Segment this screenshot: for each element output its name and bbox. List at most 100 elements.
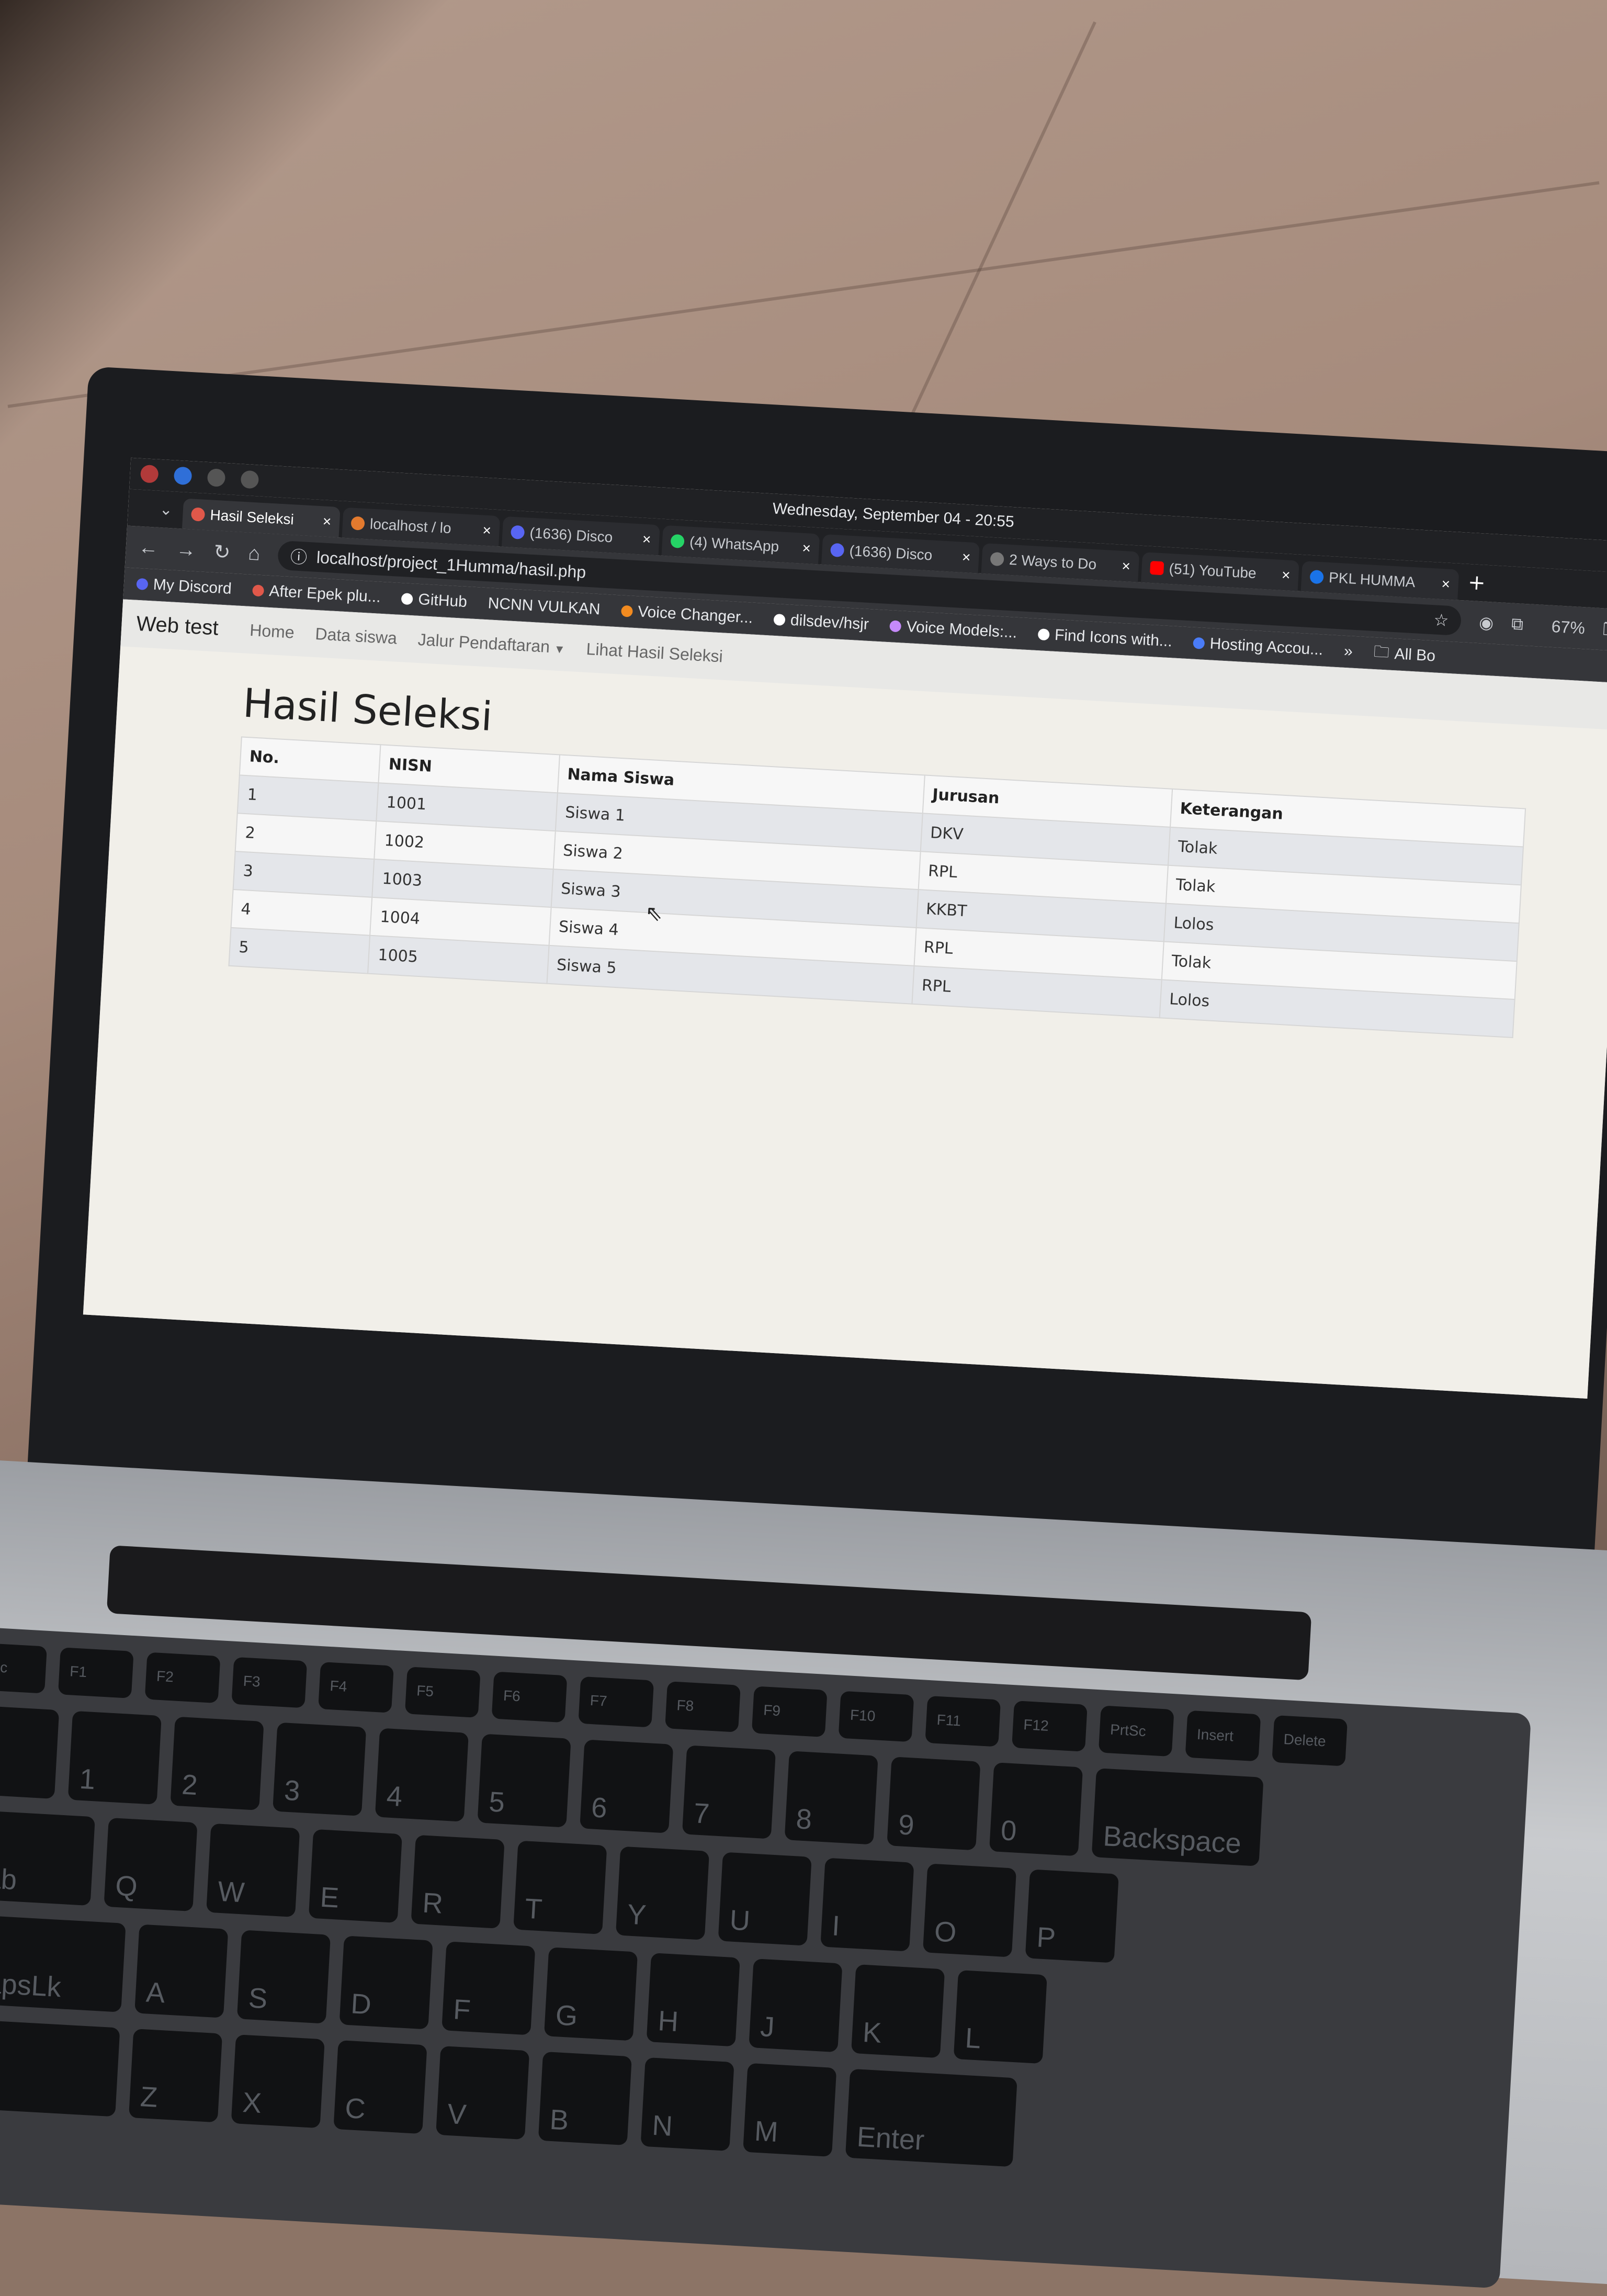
key[interactable]: F2 — [144, 1652, 221, 1704]
key[interactable]: 3 — [273, 1722, 367, 1816]
bookmark-item[interactable]: Voice Changer... — [620, 602, 753, 627]
extension-icon[interactable]: ◉ — [1478, 612, 1494, 633]
nav-link-lihat-hasil-seleksi[interactable]: Lihat Hasil Seleksi — [586, 639, 723, 666]
close-tab-icon[interactable]: × — [1122, 558, 1131, 575]
nav-link-data-siswa[interactable]: Data siswa — [315, 624, 398, 648]
more-bookmarks-chevron-icon[interactable]: » — [1343, 643, 1353, 661]
bookmark-item[interactable]: Voice Models:... — [889, 617, 1017, 642]
vscode-icon[interactable] — [173, 466, 193, 486]
key[interactable]: 2 — [170, 1716, 264, 1810]
url-text: localhost/project_1Humma/hasil.php — [316, 547, 587, 582]
window-restore-icon[interactable]: ❐ — [1602, 619, 1607, 640]
terminal-icon[interactable] — [207, 468, 226, 487]
key[interactable]: 9 — [887, 1757, 981, 1851]
key[interactable]: Delete — [1272, 1715, 1348, 1766]
close-tab-icon[interactable]: × — [322, 513, 332, 530]
navbar-brand[interactable]: Web test — [135, 612, 219, 640]
bookmark-item[interactable]: NCNN VULKAN — [488, 594, 601, 618]
key[interactable]: Backspace — [1091, 1768, 1264, 1866]
bookmark-label: My Discord — [152, 576, 232, 598]
key[interactable]: PrtSc — [1098, 1705, 1174, 1757]
key[interactable]: J — [749, 1959, 843, 2053]
home-icon[interactable]: ⌂ — [247, 542, 261, 565]
key[interactable]: 8 — [784, 1751, 878, 1845]
key[interactable]: B — [538, 2051, 632, 2146]
key[interactable]: CapsLk — [0, 1914, 126, 2012]
key[interactable]: V — [436, 2045, 530, 2140]
key[interactable]: Esc — [0, 1642, 47, 1694]
key[interactable]: S — [236, 1930, 331, 2024]
bookmark-item[interactable]: Find Icons with... — [1037, 625, 1173, 650]
key[interactable]: F12 — [1012, 1701, 1088, 1752]
key[interactable]: 1 — [67, 1710, 162, 1805]
key[interactable]: C — [333, 2040, 427, 2134]
close-tab-icon[interactable]: × — [1441, 576, 1451, 593]
puzzle-extensions-icon[interactable]: ⧉ — [1511, 614, 1524, 635]
key[interactable]: U — [718, 1852, 812, 1946]
key[interactable]: F3 — [231, 1657, 308, 1708]
key[interactable]: O — [922, 1863, 1017, 1957]
key[interactable]: Q — [104, 1817, 198, 1912]
key[interactable]: Enter — [845, 2068, 1017, 2167]
back-arrow-icon[interactable]: ← — [138, 536, 159, 559]
key[interactable]: F8 — [665, 1681, 741, 1732]
key[interactable]: L — [953, 1969, 1047, 2064]
close-tab-icon[interactable]: × — [961, 549, 971, 566]
bookmark-item[interactable]: Hosting Accou... — [1193, 634, 1323, 659]
editor-icon[interactable] — [240, 470, 259, 489]
forward-arrow-icon[interactable]: → — [176, 538, 197, 561]
key[interactable]: H — [646, 1953, 740, 2047]
key[interactable]: I — [820, 1858, 914, 1952]
key[interactable]: A — [134, 1924, 229, 2018]
tab-search-chevron-icon[interactable]: ⌄ — [159, 500, 173, 519]
key[interactable]: 0 — [989, 1762, 1083, 1856]
key[interactable]: D — [339, 1935, 433, 2030]
key[interactable]: Z — [128, 2029, 223, 2123]
key[interactable]: F9 — [751, 1686, 828, 1738]
key[interactable]: F7 — [578, 1676, 654, 1728]
key[interactable]: F5 — [404, 1667, 481, 1718]
key[interactable]: E — [308, 1829, 403, 1923]
key[interactable]: R — [411, 1834, 505, 1929]
key[interactable]: N — [640, 2057, 734, 2152]
key[interactable]: T — [513, 1840, 607, 1934]
key[interactable]: F6 — [491, 1671, 568, 1723]
close-tab-icon[interactable]: × — [1281, 567, 1291, 584]
reload-icon[interactable]: ↻ — [213, 539, 231, 564]
bookmark-item[interactable]: dilsdev/hsjr — [773, 611, 869, 634]
key[interactable]: F4 — [318, 1662, 394, 1713]
all-bookmarks-folder[interactable]: 🗀 All Bo — [1373, 639, 1436, 670]
bookmark-item[interactable]: My Discord — [136, 575, 232, 598]
key[interactable]: P — [1025, 1869, 1119, 1963]
new-tab-plus-icon[interactable]: + — [1467, 570, 1486, 595]
key[interactable]: 4 — [375, 1728, 469, 1822]
key[interactable]: K — [851, 1964, 945, 2058]
key[interactable]: F — [442, 1941, 536, 2035]
key[interactable]: 6 — [580, 1739, 674, 1833]
key[interactable]: ~ — [0, 1705, 60, 1799]
key[interactable]: Insert — [1185, 1710, 1261, 1762]
key[interactable]: G — [544, 1947, 638, 2041]
close-tab-icon[interactable]: × — [482, 522, 492, 539]
key[interactable]: X — [231, 2034, 325, 2129]
key[interactable]: 5 — [477, 1734, 571, 1828]
app-launcher-icon[interactable] — [140, 464, 159, 483]
key[interactable]: F1 — [58, 1647, 134, 1698]
key[interactable]: Tab — [0, 1809, 95, 1906]
nav-link-home[interactable]: Home — [249, 620, 295, 642]
nav-dropdown-jalur-pendaftaran[interactable]: Jalur Pendaftaran ▼ — [417, 629, 566, 657]
laptop-keyboard-deck: Esc F1 F2 F3 F4 F5 F6 F7 F8 F9 F10 F11 F… — [0, 1455, 1607, 2289]
key[interactable]: 7 — [682, 1745, 776, 1839]
key[interactable]: W — [206, 1823, 300, 1918]
bookmark-item[interactable]: GitHub — [401, 590, 468, 611]
bookmark-item[interactable]: After Epek plu... — [252, 581, 381, 606]
key[interactable]: F11 — [925, 1695, 1001, 1747]
key[interactable]: Y — [615, 1846, 710, 1940]
close-tab-icon[interactable]: × — [802, 540, 811, 557]
bookmark-star-icon[interactable]: ☆ — [1433, 610, 1450, 631]
close-tab-icon[interactable]: × — [642, 531, 651, 548]
site-info-icon[interactable]: ⓘ — [290, 544, 308, 569]
key[interactable] — [0, 2018, 120, 2117]
key[interactable]: M — [743, 2063, 837, 2157]
key[interactable]: F10 — [838, 1691, 914, 1742]
